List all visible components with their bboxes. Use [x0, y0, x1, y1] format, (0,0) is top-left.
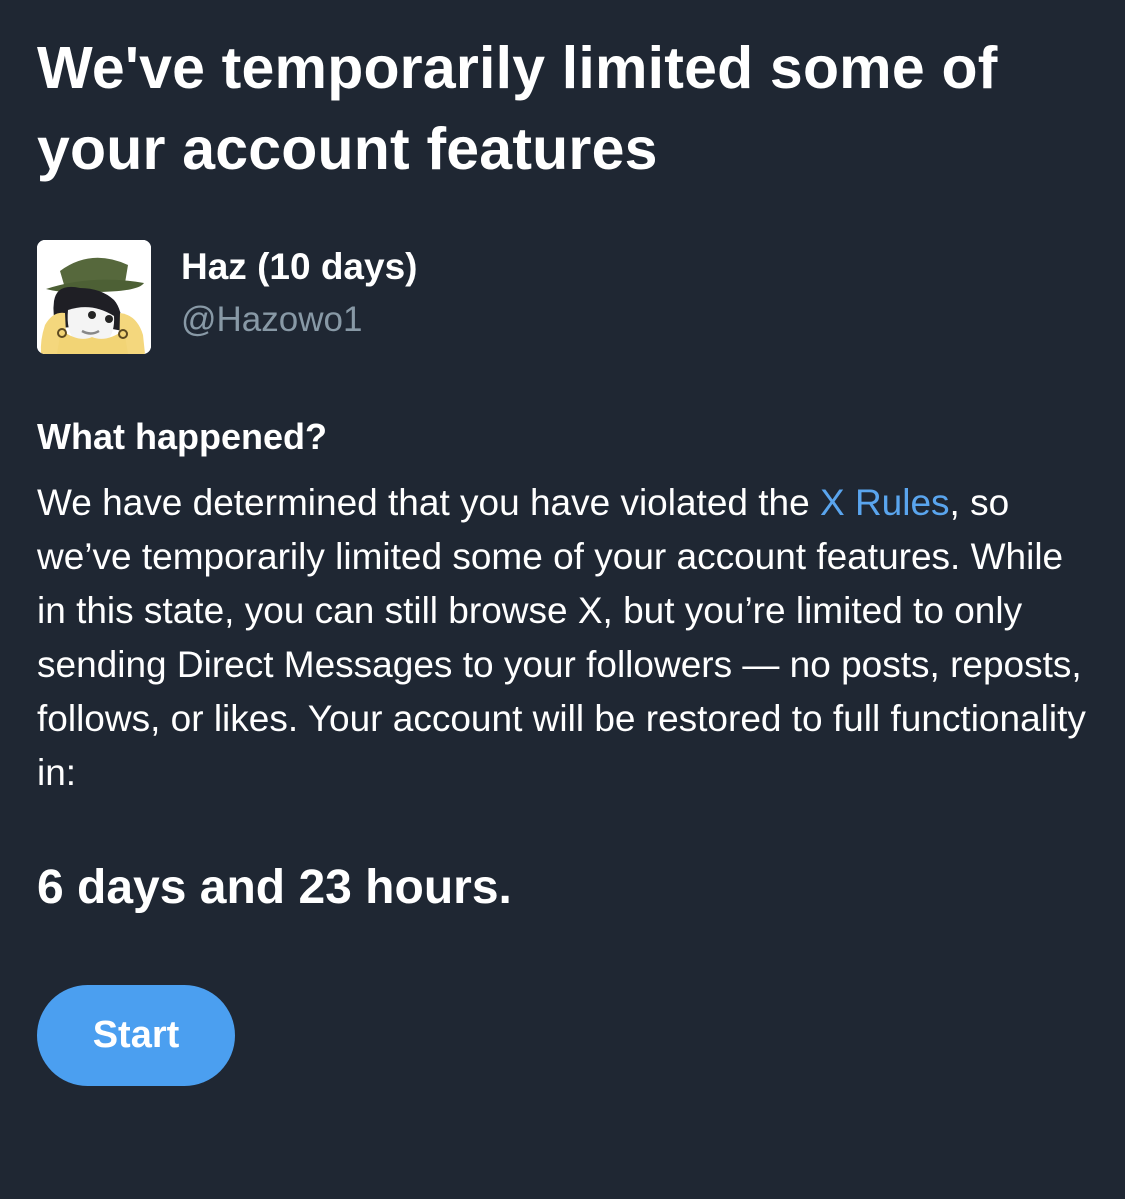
what-happened-heading: What happened?: [37, 416, 327, 457]
restriction-duration: 6 days and 23 hours.: [37, 861, 512, 914]
account-handle: @Hazowo1: [181, 300, 363, 339]
display-name: Haz (10 days): [181, 246, 418, 287]
avatar: [37, 240, 151, 354]
avatar-icon: [37, 240, 151, 354]
explanation-text-start: We have determined that you have violate…: [37, 482, 820, 523]
restriction-explanation: We have determined that you have violate…: [37, 476, 1097, 800]
x-rules-link[interactable]: X Rules: [820, 482, 950, 523]
explanation-text-end: , so we’ve temporarily limited some of y…: [37, 482, 1086, 793]
start-button[interactable]: Start: [37, 985, 235, 1086]
page-title: We've temporarily limited some of your a…: [37, 35, 998, 182]
